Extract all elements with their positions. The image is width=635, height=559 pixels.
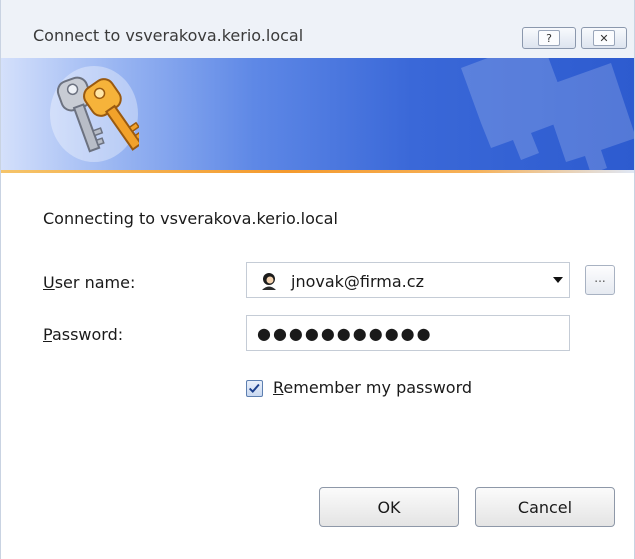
- browse-users-button[interactable]: ...: [585, 265, 615, 295]
- help-button[interactable]: ?: [522, 27, 576, 49]
- cancel-button[interactable]: Cancel: [475, 487, 615, 527]
- ok-button[interactable]: OK: [319, 487, 459, 527]
- password-label: Password:: [43, 325, 123, 344]
- password-label-accelerator: P: [43, 325, 52, 344]
- remember-password-label[interactable]: Remember my password: [273, 378, 472, 397]
- remember-password-checkbox[interactable]: [246, 380, 263, 397]
- window-title: Connect to vsverakova.kerio.local: [33, 26, 304, 45]
- keys-watermark-icon: [461, 58, 634, 170]
- password-field[interactable]: ●●●●●●●●●●●: [246, 315, 570, 351]
- close-icon: ✕: [593, 30, 615, 46]
- title-bar: Connect to vsverakova.kerio.local ? ✕: [1, 14, 634, 58]
- checkmark-icon: [248, 383, 260, 394]
- keys-icon: [50, 66, 139, 162]
- chevron-down-icon[interactable]: [553, 277, 563, 283]
- dialog-content: Connecting to vsverakova.kerio.local Use…: [1, 173, 634, 559]
- username-label-text: ser name:: [54, 273, 136, 292]
- user-avatar-icon: [259, 271, 279, 291]
- connect-dialog: Connect to vsverakova.kerio.local ? ✕ Co…: [0, 0, 635, 559]
- header-banner: [1, 58, 634, 170]
- username-combobox[interactable]: jnovak@firma.cz: [246, 262, 570, 298]
- help-icon: ?: [538, 30, 560, 46]
- password-masked-value: ●●●●●●●●●●●: [257, 324, 433, 343]
- remember-label-text: emember my password: [283, 378, 473, 397]
- username-value: jnovak@firma.cz: [291, 272, 424, 291]
- username-label-accelerator: U: [43, 273, 55, 292]
- remember-label-accelerator: R: [273, 378, 284, 397]
- username-label: User name:: [43, 273, 135, 292]
- connection-status-text: Connecting to vsverakova.kerio.local: [43, 209, 338, 228]
- password-label-text: assword:: [51, 325, 124, 344]
- close-button[interactable]: ✕: [581, 27, 627, 49]
